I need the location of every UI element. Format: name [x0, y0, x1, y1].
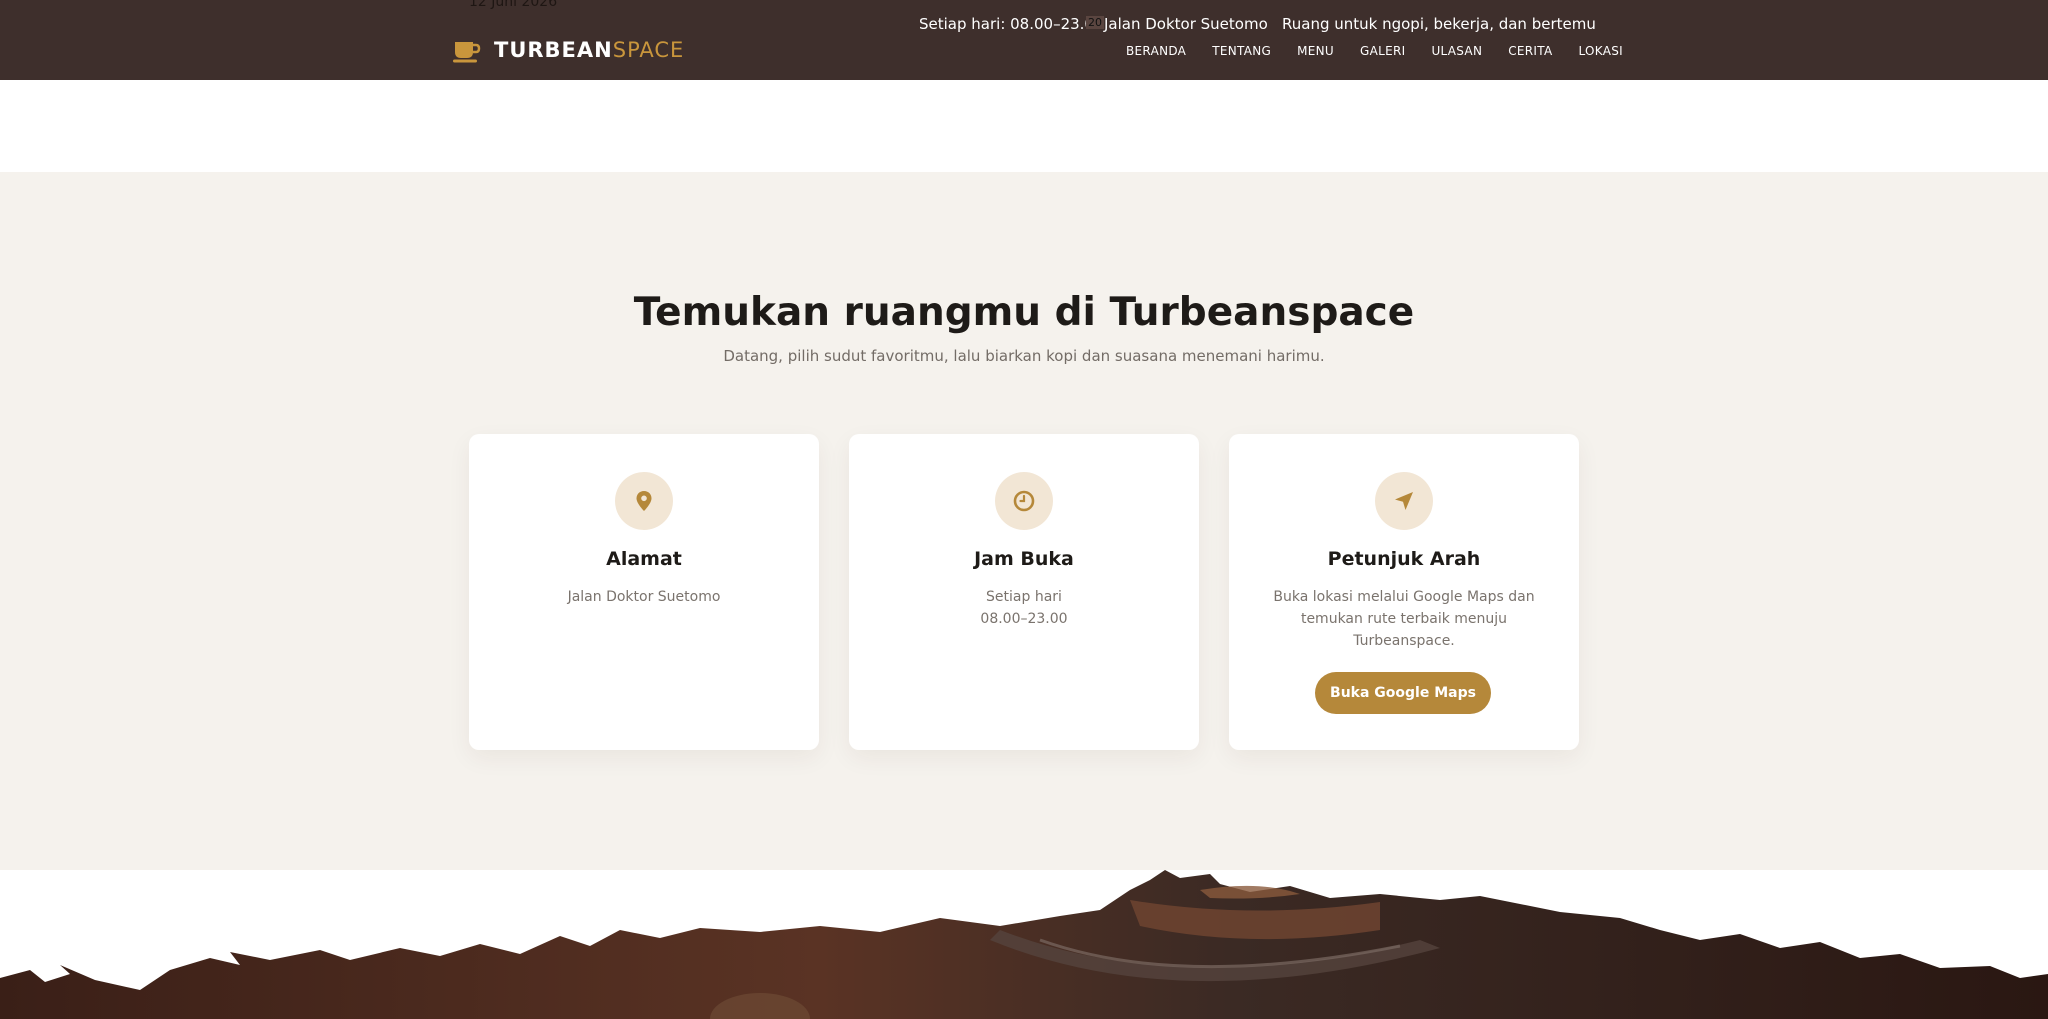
main-nav: BERANDA TENTANG MENU GALERI ULASAN CERIT… — [1126, 44, 1623, 58]
logo[interactable]: TURBEANSPACE — [452, 36, 684, 64]
section-title: Temukan ruangmu di Turbeanspace — [633, 290, 1415, 335]
peek-date: 12 Juni 2026 — [469, 0, 558, 10]
nav-cerita[interactable]: CERITA — [1508, 44, 1552, 58]
hours-card: Jam Buka Setiap hari 08.00–23.00 — [849, 434, 1199, 750]
topbar-info: Setiap hari: 08.00–23.00 20 Jalan Doktor… — [0, 15, 2048, 37]
coffee-beans-image — [0, 870, 2048, 1019]
nav-galeri[interactable]: GALERI — [1360, 44, 1405, 58]
logo-text-light: SPACE — [612, 38, 685, 62]
hours-days: Setiap hari — [986, 589, 1062, 605]
section-subtitle: Datang, pilih sudut favoritmu, lalu biar… — [723, 347, 1325, 365]
directions-card: Petunjuk Arah Buka lokasi melalui Google… — [1229, 434, 1579, 750]
nav-ulasan[interactable]: ULASAN — [1431, 44, 1482, 58]
site-header: 12 Juni 2026 TURBEANSPACE Setiap hari: 0… — [0, 0, 2048, 80]
address-line: Jalan Doktor Suetomo — [567, 589, 721, 605]
card-title: Jam Buka — [974, 548, 1074, 570]
map-pin-icon — [615, 472, 673, 530]
logo-text: TURBEANSPACE — [494, 38, 684, 62]
card-text: Buka lokasi melalui Google Maps dan temu… — [1273, 589, 1535, 649]
topbar-tagline: Ruang untuk ngopi, bekerja, dan bertemu — [1282, 15, 1596, 33]
nav-lokasi[interactable]: LOKASI — [1578, 44, 1623, 58]
clock-icon — [995, 472, 1053, 530]
nav-beranda[interactable]: BERANDA — [1126, 44, 1186, 58]
card-text: Jalan Doktor Suetomo — [509, 586, 779, 608]
card-title: Petunjuk Arah — [1327, 548, 1481, 570]
topbar-badge: 20 — [1086, 16, 1104, 29]
nav-menu[interactable]: MENU — [1297, 44, 1334, 58]
location-section: Temukan ruangmu di Turbeanspace Datang, … — [0, 172, 2048, 870]
hours-time: 08.00–23.00 — [980, 611, 1068, 627]
navigation-arrow-icon — [1375, 472, 1433, 530]
topbar-address: Jalan Doktor Suetomo — [1104, 15, 1268, 33]
card-title: Alamat — [606, 548, 682, 570]
topbar-hours: Setiap hari: 08.00–23.00 — [919, 15, 1104, 33]
card-text: Setiap hari 08.00–23.00 — [889, 586, 1159, 630]
address-card: Alamat Jalan Doktor Suetomo — [469, 434, 819, 750]
coffee-cup-icon — [452, 36, 482, 64]
logo-text-bold: TURBEAN — [494, 38, 613, 62]
open-google-maps-button[interactable]: Buka Google Maps — [1315, 672, 1491, 714]
nav-tentang[interactable]: TENTANG — [1212, 44, 1271, 58]
